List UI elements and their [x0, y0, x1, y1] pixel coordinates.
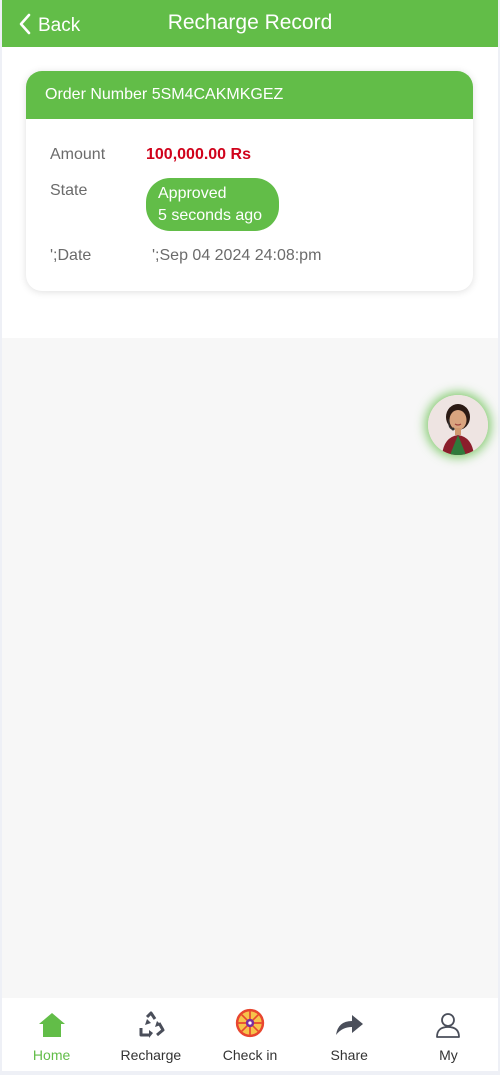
nav-share-label: Share — [330, 1047, 368, 1063]
amount-value: 100,000.00 Rs — [146, 146, 251, 163]
record-list: Order Number 5SM4CAKMKGEZ Amount 100,000… — [2, 47, 498, 338]
date-value: ';Sep 04 2024 24:08:pm — [152, 247, 322, 264]
bottom-nav: Home Recharge Check in Share My — [2, 998, 498, 1071]
nav-check-in[interactable]: Check in — [200, 998, 299, 1071]
status-badge: Approved 5 seconds ago — [146, 178, 279, 231]
recycle-icon — [136, 1010, 166, 1040]
nav-my[interactable]: My — [399, 998, 498, 1071]
nav-recharge[interactable]: Recharge — [101, 998, 200, 1071]
nav-share[interactable]: Share — [300, 998, 399, 1071]
nav-recharge-label: Recharge — [120, 1047, 182, 1063]
state-label: State — [50, 182, 88, 199]
top-bar: Back Recharge Record — [2, 0, 498, 47]
nav-my-label: My — [439, 1047, 458, 1063]
recharge-record-card[interactable]: Order Number 5SM4CAKMKGEZ Amount 100,000… — [26, 71, 473, 291]
nav-check-in-label: Check in — [222, 1047, 278, 1063]
order-number-value: 5SM4CAKMKGEZ — [151, 86, 284, 103]
order-number-label: Order Number — [45, 86, 148, 103]
support-agent-avatar[interactable] — [428, 395, 488, 455]
wheel-icon — [235, 1008, 265, 1040]
app-frame: Back Recharge Record Order Number 5SM4CA… — [2, 0, 498, 1071]
amount-label: Amount — [50, 146, 106, 163]
nav-home-label: Home — [32, 1047, 71, 1063]
date-label: ';Date — [50, 247, 92, 264]
home-icon — [37, 1010, 67, 1040]
nav-home[interactable]: Home — [2, 998, 101, 1071]
support-agent-icon — [428, 395, 488, 455]
state-time: 5 seconds ago — [158, 207, 263, 224]
user-icon — [433, 1010, 463, 1040]
state-status: Approved — [158, 185, 227, 202]
order-header: Order Number 5SM4CAKMKGEZ — [26, 71, 473, 119]
page-title: Recharge Record — [167, 11, 333, 34]
share-arrow-icon — [334, 1010, 364, 1040]
